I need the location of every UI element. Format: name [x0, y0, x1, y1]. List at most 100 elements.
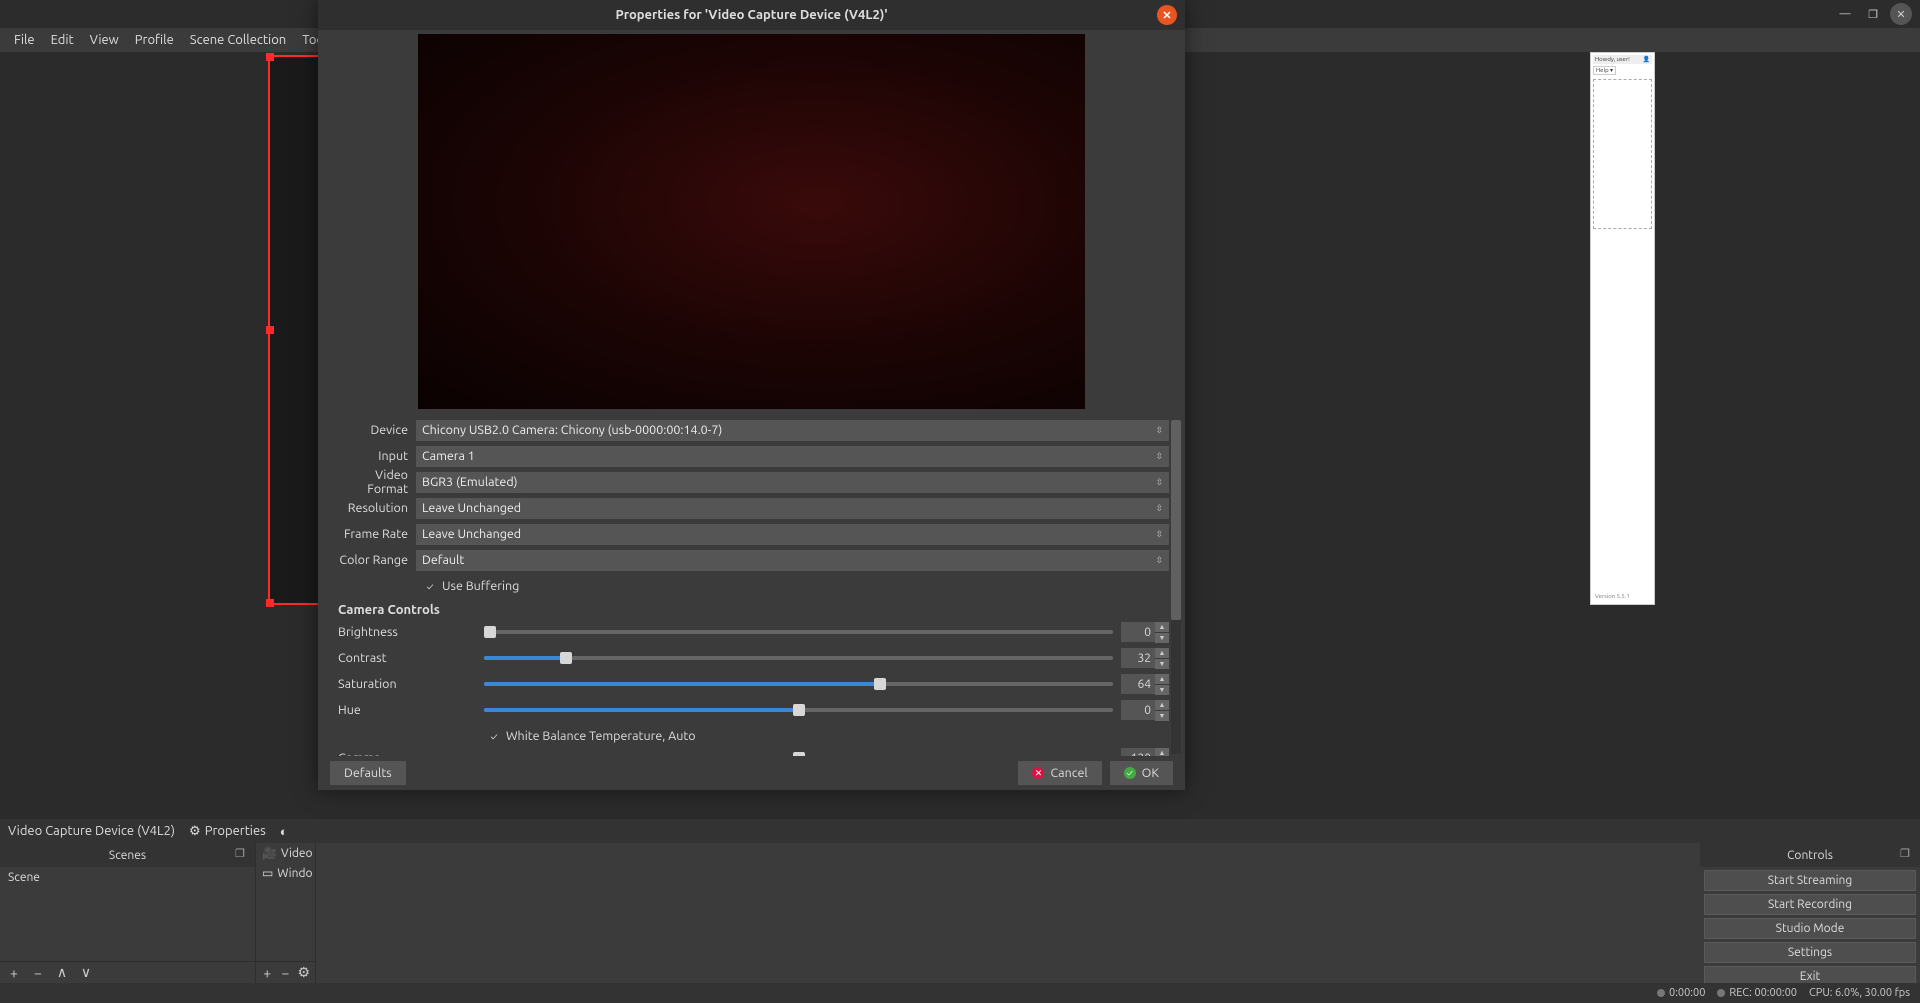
window-close-button[interactable]: ✕	[1890, 3, 1912, 25]
chevron-down-icon[interactable]: ▼	[1155, 711, 1169, 721]
chevron-updown-icon: ⇳	[1155, 451, 1163, 462]
menu-edit[interactable]: Edit	[43, 31, 82, 49]
ok-button[interactable]: ✓OK	[1110, 761, 1173, 785]
popout-icon[interactable]: ❐	[235, 847, 249, 861]
contrast-slider-row: Contrast 32▲▼	[334, 647, 1169, 669]
saturation-value-input[interactable]: 64	[1121, 674, 1155, 694]
resize-handle-icon[interactable]	[266, 599, 274, 607]
wiki-upload-area	[1593, 79, 1652, 229]
contrast-spinner[interactable]: ▲▼	[1155, 648, 1169, 669]
use-buffering-checkbox[interactable]: ✓ Use Buffering	[334, 575, 1169, 597]
dialog-scrollbar[interactable]	[1171, 420, 1181, 754]
chevron-down-icon[interactable]: ▼	[1155, 659, 1169, 669]
selected-source-label: Video Capture Device (V4L2)	[8, 824, 175, 838]
menu-scene-collection[interactable]: Scene Collection	[182, 31, 294, 49]
video-format-select[interactable]: BGR3 (Emulated) ⇳	[416, 472, 1169, 493]
frame-rate-value: Leave Unchanged	[422, 527, 521, 541]
saturation-spinner[interactable]: ▲▼	[1155, 674, 1169, 695]
chevron-up-icon[interactable]: ▲	[1155, 622, 1169, 632]
camera-controls-header: Camera Controls	[334, 597, 1169, 621]
menu-profile[interactable]: Profile	[127, 31, 182, 49]
white-balance-label: White Balance Temperature, Auto	[506, 729, 696, 743]
scrollbar-thumb[interactable]	[1171, 420, 1181, 620]
scene-item[interactable]: Scene	[0, 867, 255, 888]
cancel-icon: ✕	[1032, 767, 1044, 779]
window-maximize-button[interactable]: ❐	[1862, 3, 1884, 25]
menu-file[interactable]: File	[6, 31, 43, 49]
background-browser-source: Howdy, user!👤 Help ▾ Version 5.5.1	[1590, 52, 1655, 605]
resolution-select[interactable]: Leave Unchanged ⇳	[416, 498, 1169, 519]
start-streaming-button[interactable]: Start Streaming	[1704, 870, 1916, 891]
menu-view[interactable]: View	[82, 31, 127, 49]
white-balance-auto-checkbox[interactable]: ✓White Balance Temperature, Auto	[334, 725, 1169, 747]
chevron-up-icon[interactable]: ▲	[1155, 674, 1169, 684]
hue-slider[interactable]	[484, 708, 1113, 712]
brightness-value-input[interactable]: 0	[1121, 622, 1155, 642]
dialog-title: Properties for 'Video Capture Device (V4…	[615, 8, 887, 22]
gamma-spinner[interactable]: ▲▼	[1155, 748, 1169, 757]
resize-handle-icon[interactable]	[266, 326, 274, 334]
move-scene-up-button[interactable]: ∧	[52, 963, 72, 983]
popout-icon[interactable]: ❐	[1900, 847, 1914, 861]
source-properties-button[interactable]: Properties	[189, 824, 266, 839]
chevron-up-icon[interactable]: ▲	[1155, 700, 1169, 710]
contrast-label: Contrast	[334, 651, 484, 665]
resize-handle-icon[interactable]	[266, 53, 274, 61]
saturation-slider[interactable]	[484, 682, 1113, 686]
remove-source-button[interactable]: −	[278, 963, 292, 983]
dialog-close-button[interactable]: ✕	[1157, 5, 1177, 25]
cpu-stats: CPU: 6.0%, 30.00 fps	[1809, 987, 1910, 999]
settings-button[interactable]: Settings	[1704, 942, 1916, 963]
ok-icon: ✓	[1124, 767, 1136, 779]
source-settings-button[interactable]: ⚙	[297, 963, 311, 983]
brightness-spinner[interactable]: ▲▼	[1155, 622, 1169, 643]
source-item[interactable]: 🎥Video	[256, 843, 315, 863]
brightness-slider[interactable]	[484, 630, 1113, 634]
gamma-value-input[interactable]: 120	[1121, 748, 1155, 756]
studio-mode-button[interactable]: Studio Mode	[1704, 918, 1916, 939]
input-select[interactable]: Camera 1 ⇳	[416, 446, 1169, 467]
start-recording-button[interactable]: Start Recording	[1704, 894, 1916, 915]
chevron-down-icon[interactable]: ▼	[1155, 633, 1169, 643]
device-value: Chicony USB2.0 Camera: Chicony (usb-0000…	[422, 423, 722, 437]
video-format-value: BGR3 (Emulated)	[422, 475, 518, 489]
window-minimize-button[interactable]: —	[1834, 3, 1856, 25]
scenes-dock: Scenes ❐ Scene + − ∧ ∨	[0, 843, 256, 983]
device-select[interactable]: Chicony USB2.0 Camera: Chicony (usb-0000…	[416, 420, 1169, 441]
chevron-updown-icon: ⇳	[1155, 529, 1163, 540]
slider-thumb-icon[interactable]	[484, 626, 496, 638]
slider-thumb-icon[interactable]	[874, 678, 886, 690]
frame-rate-select[interactable]: Leave Unchanged ⇳	[416, 524, 1169, 545]
source-item[interactable]: ▭Windo	[256, 863, 315, 883]
chevron-updown-icon: ⇳	[1155, 503, 1163, 514]
chevron-down-icon[interactable]: ▼	[1155, 685, 1169, 695]
chevron-up-icon[interactable]: ▲	[1155, 648, 1169, 658]
video-format-label: Video Format	[334, 468, 416, 496]
source-filters-button[interactable]: ◐	[280, 824, 288, 839]
saturation-label: Saturation	[334, 677, 484, 691]
slider-thumb-icon[interactable]	[560, 652, 572, 664]
slider-thumb-icon[interactable]	[793, 704, 805, 716]
color-range-label: Color Range	[334, 553, 416, 567]
use-buffering-label: Use Buffering	[442, 579, 519, 593]
color-range-select[interactable]: Default ⇳	[416, 550, 1169, 571]
contrast-value-input[interactable]: 32	[1121, 648, 1155, 668]
contrast-slider[interactable]	[484, 656, 1113, 660]
input-label: Input	[334, 449, 416, 463]
slider-thumb-icon[interactable]	[793, 752, 805, 756]
docks-row: Scenes ❐ Scene + − ∧ ∨ 🎥Video ▭Windo + −	[0, 843, 1920, 983]
defaults-button[interactable]: Defaults	[330, 761, 406, 785]
add-source-button[interactable]: +	[260, 963, 274, 983]
chevron-up-icon[interactable]: ▲	[1155, 748, 1169, 757]
hue-value-input[interactable]: 0	[1121, 700, 1155, 720]
hue-spinner[interactable]: ▲▼	[1155, 700, 1169, 721]
cancel-button[interactable]: ✕Cancel	[1018, 761, 1101, 785]
frame-rate-label: Frame Rate	[334, 527, 416, 541]
remove-scene-button[interactable]: −	[28, 963, 48, 983]
user-icon: 👤	[1643, 56, 1650, 63]
status-dot-icon	[1657, 989, 1665, 997]
status-dot-icon	[1717, 989, 1725, 997]
add-scene-button[interactable]: +	[4, 963, 24, 983]
dialog-titlebar[interactable]: Properties for 'Video Capture Device (V4…	[318, 0, 1185, 30]
move-scene-down-button[interactable]: ∨	[76, 963, 96, 983]
